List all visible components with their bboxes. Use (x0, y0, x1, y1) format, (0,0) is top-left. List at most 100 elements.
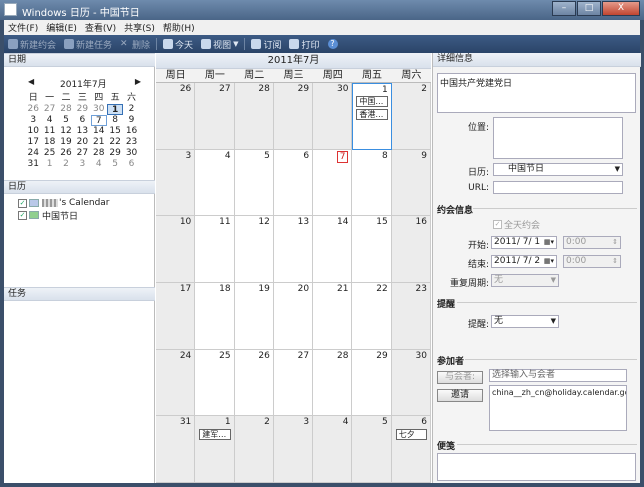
mini-day[interactable]: 22 (107, 137, 123, 148)
mini-day[interactable]: 29 (74, 104, 90, 115)
checkbox[interactable]: ✓ (18, 198, 27, 208)
mini-day[interactable]: 27 (41, 104, 57, 115)
delete-button[interactable]: ✕ 删除 (116, 35, 154, 53)
mini-day[interactable]: 15 (107, 126, 123, 137)
day-cell[interactable]: 16 (391, 216, 431, 283)
calendar-event[interactable]: 香港… (356, 109, 388, 120)
day-cell[interactable]: 30 (313, 83, 353, 150)
mini-day[interactable]: 6 (74, 115, 90, 126)
prev-month-icon[interactable]: ◀ (28, 77, 34, 86)
day-cell[interactable]: 5 (352, 416, 392, 483)
mini-day[interactable]: 29 (107, 148, 123, 159)
day-cell[interactable]: 21 (313, 283, 353, 350)
day-cell[interactable]: 22 (352, 283, 392, 350)
reminder-select[interactable]: 无 ▼ (491, 315, 559, 328)
mini-day[interactable]: 3 (25, 115, 41, 126)
menu-help[interactable]: 帮助(H) (159, 21, 199, 34)
calendar-event[interactable]: 中国… (356, 96, 388, 107)
mini-day[interactable]: 7 (90, 115, 107, 126)
day-cell[interactable]: 29 (352, 349, 392, 417)
calendar-item-personal[interactable]: ✓ 's Calendar (18, 197, 110, 209)
day-cell[interactable]: 4 (195, 149, 235, 217)
calendar-event[interactable]: 建军… (199, 429, 231, 441)
mini-day[interactable]: 5 (58, 115, 74, 126)
day-cell[interactable]: 20 (273, 283, 314, 350)
mini-day[interactable]: 30 (123, 148, 139, 159)
help-button[interactable]: ? (324, 35, 344, 53)
day-cell[interactable]: 28 (313, 349, 353, 417)
mini-day[interactable]: 28 (91, 148, 107, 159)
day-cell[interactable]: 5 (234, 149, 274, 217)
menu-file[interactable]: 文件(F) (4, 21, 42, 34)
new-appointment-button[interactable]: 新建约会 (4, 35, 60, 53)
mini-day[interactable]: 3 (74, 159, 90, 170)
day-cell[interactable]: 18 (195, 283, 235, 350)
view-button[interactable]: 视图 ▼ (197, 35, 242, 53)
day-cell[interactable]: 2 (391, 83, 431, 150)
day-cell[interactable]: 8 (352, 149, 392, 217)
mini-day[interactable]: 4 (41, 115, 57, 126)
mini-day[interactable]: 16 (123, 126, 139, 137)
day-cell[interactable]: 27 (195, 83, 235, 150)
menu-view[interactable]: 查看(V) (81, 21, 120, 34)
maximize-button[interactable]: □ (577, 1, 601, 16)
new-task-button[interactable]: 新建任务 (60, 35, 116, 53)
end-time-field[interactable]: 0:00 ⇕ (563, 255, 621, 268)
day-cell[interactable]: 6 (273, 149, 314, 217)
day-cell[interactable]: 9 (391, 149, 431, 217)
day-cell[interactable]: 27 (273, 349, 314, 417)
mini-day[interactable]: 9 (123, 115, 139, 126)
recurrence-select[interactable]: 无 ▼ (491, 274, 559, 287)
url-field[interactable] (493, 181, 623, 194)
day-cell[interactable]: 19 (234, 283, 274, 350)
day-cell[interactable]: 29 (273, 83, 314, 150)
notes-field[interactable] (437, 453, 636, 481)
mini-day[interactable]: 13 (74, 126, 90, 137)
calendar-select[interactable]: 中国节日 ▼ (493, 163, 623, 176)
mini-day[interactable]: 30 (91, 104, 107, 115)
mini-day[interactable]: 2 (58, 159, 74, 170)
mini-day[interactable]: 12 (58, 126, 74, 137)
mini-day[interactable]: 8 (107, 115, 123, 126)
day-cell[interactable]: 6 (391, 416, 431, 483)
title-field[interactable]: 中国共产党建党日 (437, 73, 636, 113)
menu-share[interactable]: 共享(S) (120, 21, 159, 34)
start-time-field[interactable]: 0:00 ⇕ (563, 236, 621, 249)
close-button[interactable]: X (602, 1, 640, 16)
mini-day[interactable]: 4 (91, 159, 107, 170)
mini-day[interactable]: 2 (123, 104, 139, 115)
start-date-field[interactable]: 2011/ 7/ 1 ▦▾ (491, 236, 557, 249)
invite-button[interactable]: 邀请 (437, 389, 483, 402)
today-button[interactable]: 今天 (159, 35, 197, 53)
mini-day[interactable]: 17 (25, 137, 41, 148)
mini-day[interactable]: 20 (74, 137, 90, 148)
day-cell[interactable]: 1 (195, 416, 235, 483)
day-cell[interactable]: 17 (156, 283, 196, 350)
day-cell[interactable]: 3 (156, 149, 196, 217)
mini-day[interactable]: 23 (123, 137, 139, 148)
day-cell[interactable]: 10 (156, 216, 196, 283)
mini-day[interactable]: 18 (41, 137, 57, 148)
day-cell[interactable]: 15 (352, 216, 392, 283)
day-cell[interactable]: 2 (234, 416, 274, 483)
mini-day[interactable]: 21 (91, 137, 107, 148)
day-cell[interactable]: 4 (313, 416, 353, 483)
checkbox[interactable]: ✓ (18, 210, 27, 220)
day-cell[interactable]: 26 (156, 83, 196, 150)
day-cell[interactable]: 23 (391, 283, 431, 350)
mini-day[interactable]: 25 (41, 148, 57, 159)
mini-day[interactable]: 5 (107, 159, 123, 170)
allday-checkbox[interactable]: ✓ 全天约会 (493, 218, 540, 231)
day-cell[interactable]: 31 (156, 416, 196, 483)
mini-day[interactable]: 31 (25, 159, 41, 170)
mini-day[interactable]: 11 (41, 126, 57, 137)
end-date-field[interactable]: 2011/ 7/ 2 ▦▾ (491, 255, 557, 268)
mini-day[interactable]: 19 (58, 137, 74, 148)
mini-day[interactable]: 26 (58, 148, 74, 159)
minimize-button[interactable]: – (552, 1, 576, 16)
day-cell[interactable]: 14 (313, 216, 353, 283)
day-cell[interactable]: 13 (273, 216, 314, 283)
mini-day[interactable]: 14 (91, 126, 107, 137)
day-cell[interactable]: 11 (195, 216, 235, 283)
mini-day[interactable]: 28 (58, 104, 74, 115)
